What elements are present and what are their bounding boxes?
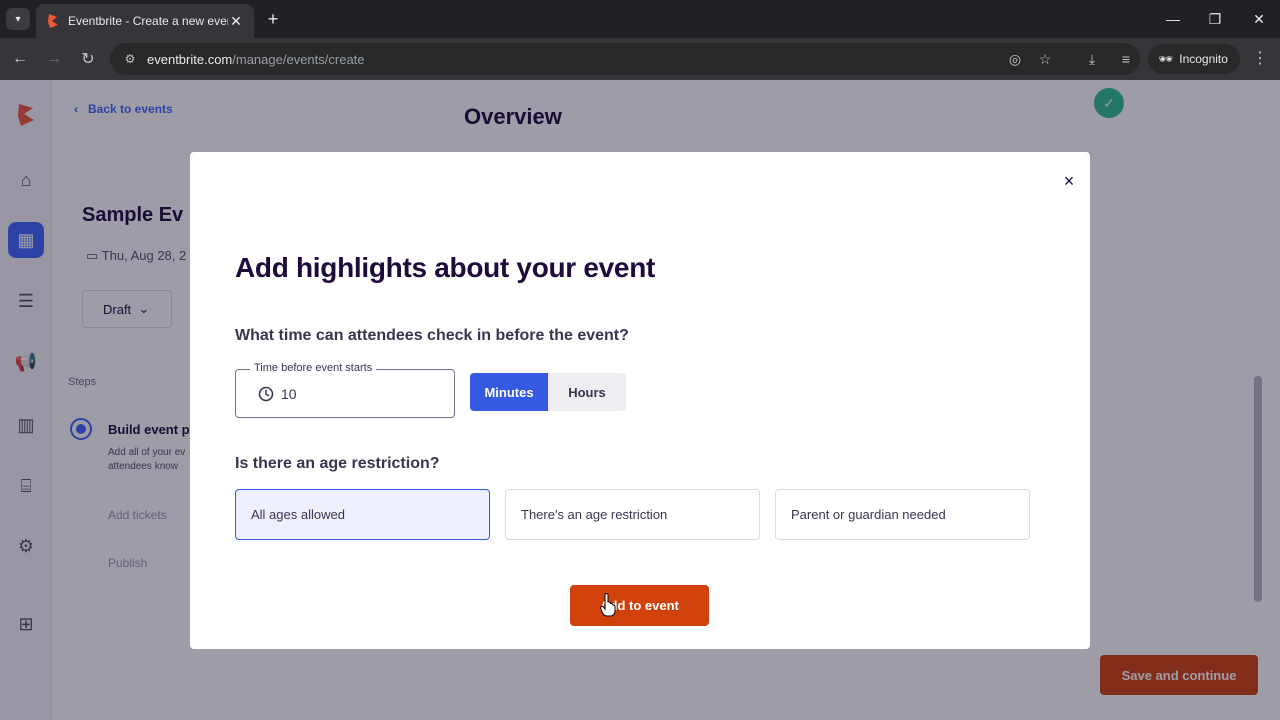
bookmark-star-icon[interactable]: ☆ <box>1035 49 1055 69</box>
browser-toolbar: ← → ↻ ⚙ eventbrite.com/manage/events/cre… <box>0 38 1280 80</box>
age-question: Is there an age restriction? <box>235 455 440 472</box>
tab-title: Eventbrite - Create a new event <box>68 14 228 28</box>
incognito-label: Incognito <box>1179 52 1228 66</box>
close-icon[interactable]: × <box>1056 168 1082 194</box>
time-field-value[interactable]: 10 <box>281 386 297 402</box>
hours-toggle[interactable]: Hours <box>548 373 626 411</box>
reload-icon[interactable]: ↻ <box>76 47 100 71</box>
checkin-question: What time can attendees check in before … <box>235 327 629 344</box>
restore-icon[interactable]: ❐ <box>1200 6 1230 32</box>
new-tab-button[interactable]: + <box>262 8 284 30</box>
url-host: eventbrite.com <box>147 51 233 67</box>
time-before-event-input[interactable]: Time before event starts 10 <box>235 362 455 418</box>
window-close-icon[interactable]: ✕ <box>1244 6 1274 32</box>
clock-icon <box>258 386 274 402</box>
add-to-event-button[interactable]: Add to event <box>570 585 709 626</box>
tab-close-icon[interactable]: ✕ <box>228 13 244 30</box>
minutes-toggle[interactable]: Minutes <box>470 373 548 411</box>
modal-title: Add highlights about your event <box>235 252 656 283</box>
site-info-icon[interactable]: ⚙ <box>116 52 144 66</box>
browser-tab-strip: ▾ Eventbrite - Create a new event ✕ + — … <box>0 0 1280 38</box>
browser-menu-icon[interactable]: ⋮ <box>1250 48 1270 70</box>
forward-arrow-icon[interactable]: → <box>42 47 66 71</box>
browser-tab[interactable]: Eventbrite - Create a new event ✕ <box>36 4 254 38</box>
highlights-modal: × Add highlights about your event What t… <box>190 152 1090 649</box>
download-icon[interactable]: ⤓ <box>1081 48 1103 70</box>
hand-cursor-icon <box>600 593 616 617</box>
eye-off-icon[interactable]: ◎ <box>1005 49 1025 69</box>
age-option-parent-guardian[interactable]: Parent or guardian needed <box>775 489 1030 540</box>
tab-search-button[interactable]: ▾ <box>6 8 30 30</box>
age-option-restriction[interactable]: There's an age restriction <box>505 489 760 540</box>
media-control-icon[interactable]: ≡ <box>1115 48 1137 70</box>
eventbrite-favicon-icon <box>48 14 58 28</box>
age-option-all-ages[interactable]: All ages allowed <box>235 489 490 540</box>
incognito-indicator[interactable]: 🕶 Incognito <box>1148 44 1240 74</box>
back-arrow-icon[interactable]: ← <box>8 47 32 71</box>
url-text[interactable]: eventbrite.com/manage/events/create <box>147 52 365 67</box>
time-field-label: Time before event starts <box>250 362 377 374</box>
incognito-icon: 🕶 <box>1158 52 1174 66</box>
url-path: /manage/events/create <box>232 51 365 67</box>
minimize-icon[interactable]: — <box>1158 6 1188 32</box>
address-bar[interactable]: ⚙ eventbrite.com/manage/events/create ◎ … <box>110 43 1140 75</box>
